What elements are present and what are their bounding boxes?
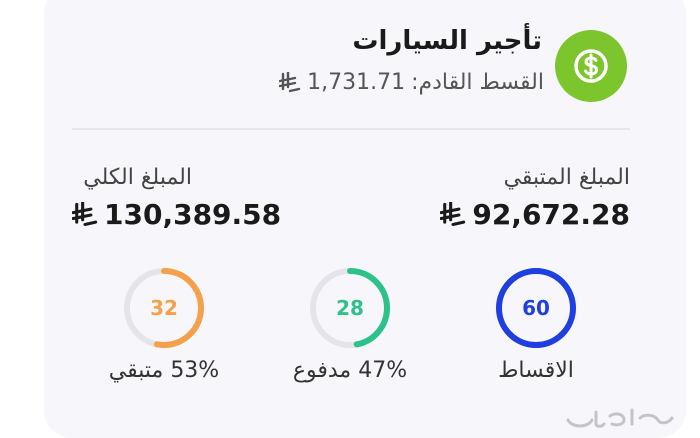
remaining-amount-value: 92,672.28 bbox=[440, 198, 630, 231]
haraj-watermark-logo bbox=[566, 408, 674, 428]
remaining-count: 32 bbox=[150, 296, 178, 320]
installments-ring: 60 bbox=[494, 266, 578, 350]
installments-count: 60 bbox=[522, 296, 550, 320]
riyal-icon bbox=[279, 71, 301, 92]
next-installment: القسط القادم: 1,731.71 bbox=[279, 70, 544, 95]
total-amount-value: 130,389.58 bbox=[72, 198, 281, 231]
paid-count: 28 bbox=[336, 296, 364, 320]
remaining-amount-label: المبلغ المتبقي bbox=[503, 165, 630, 190]
page-title: تأجير السيارات bbox=[352, 26, 542, 56]
riyal-icon bbox=[440, 201, 466, 226]
paid-ring: 28 bbox=[308, 266, 392, 350]
dollar-coin-icon bbox=[555, 30, 627, 102]
total-amount-number: 130,389.58 bbox=[104, 198, 282, 231]
next-installment-label: القسط القادم: bbox=[411, 70, 544, 95]
remaining-amount-number: 92,672.28 bbox=[472, 198, 630, 231]
next-installment-value: 1,731.71 bbox=[307, 70, 406, 95]
remaining-ring: 32 bbox=[122, 266, 206, 350]
installments-caption: الاقساط bbox=[498, 358, 574, 383]
riyal-icon bbox=[72, 201, 98, 226]
paid-caption: 47% مدفوع bbox=[292, 358, 408, 383]
divider bbox=[72, 128, 630, 130]
total-amount-label: المبلغ الكلي bbox=[83, 165, 192, 190]
remaining-caption: 53% متبقي bbox=[108, 358, 220, 383]
